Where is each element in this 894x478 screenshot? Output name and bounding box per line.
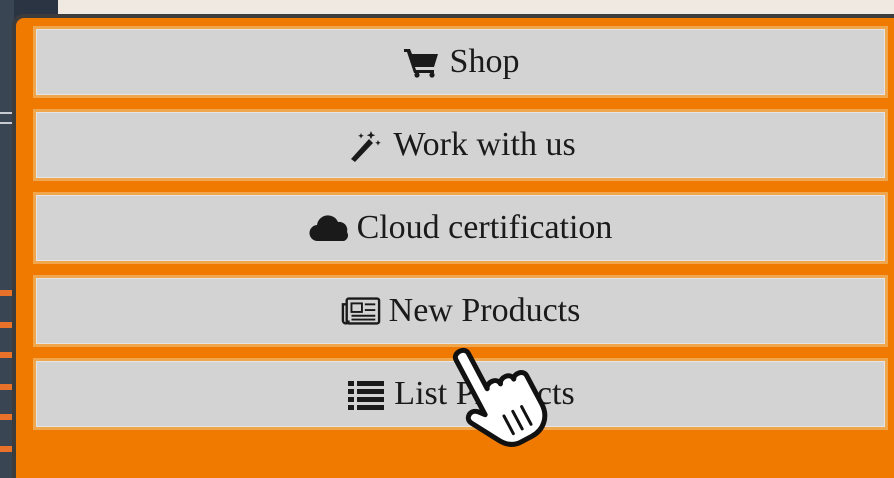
menu-item-label: Shop bbox=[449, 43, 520, 80]
menu-item-label: New Products bbox=[388, 292, 581, 329]
hand-pointer-icon bbox=[448, 330, 558, 460]
list-icon bbox=[346, 376, 386, 412]
menu-item-shop[interactable]: Shop bbox=[33, 26, 888, 98]
menu-item-work-with-us[interactable]: Work with us bbox=[33, 109, 888, 181]
menu-item-cloud-certification[interactable]: Cloud certification bbox=[33, 192, 888, 264]
cloud-icon bbox=[309, 210, 349, 246]
background-page-edge bbox=[58, 0, 894, 14]
shopping-cart-icon bbox=[402, 44, 442, 80]
screen: Shop Work with us Cloud certification Ne… bbox=[0, 0, 894, 478]
newspaper-icon bbox=[341, 293, 381, 329]
menu-item-label: Work with us bbox=[393, 126, 576, 163]
magic-wand-icon bbox=[345, 127, 385, 163]
menu-item-label: Cloud certification bbox=[356, 209, 613, 246]
